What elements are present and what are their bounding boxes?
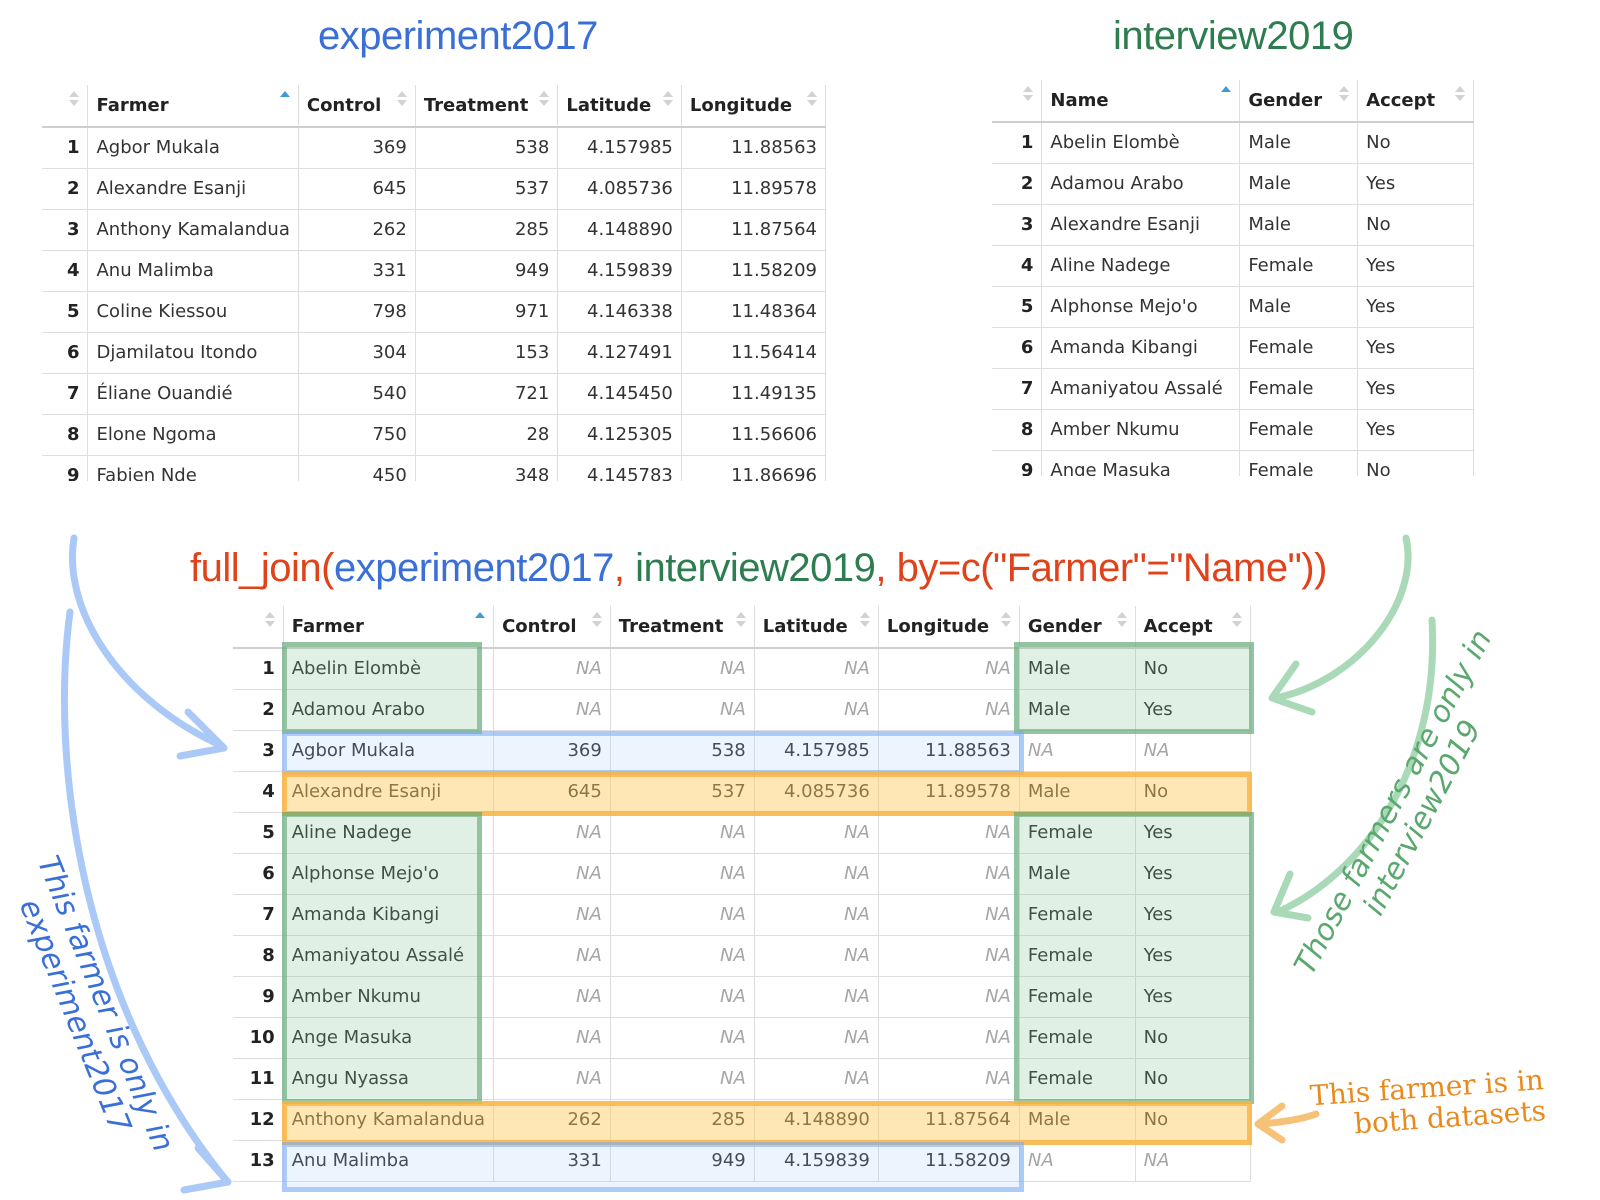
blue-arrow-top [69,534,226,750]
green-arrow-top [1272,534,1412,702]
annotation-arrows [61,534,1437,1194]
